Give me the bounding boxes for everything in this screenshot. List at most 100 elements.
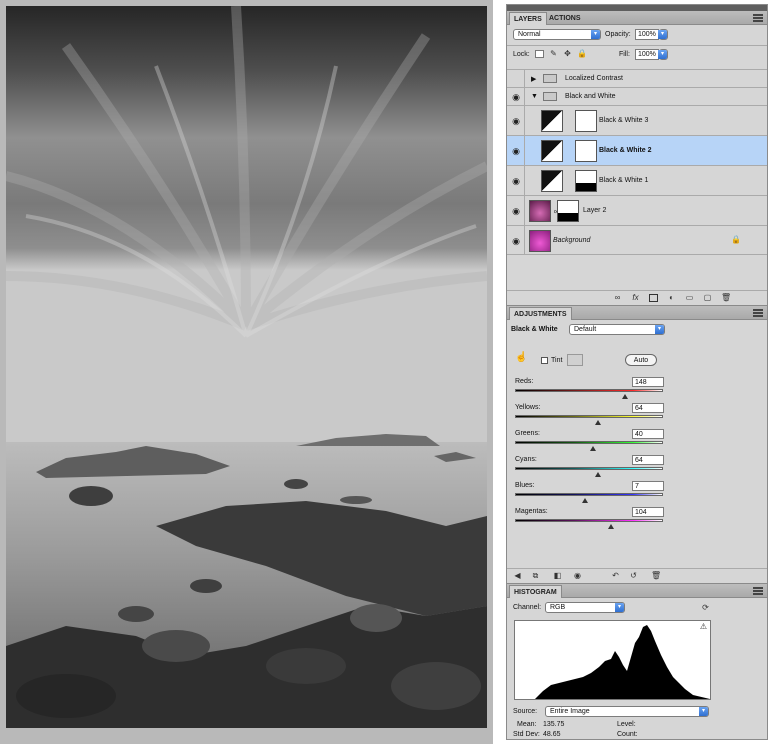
layer-row-layer2[interactable]: ◉ ∞ Layer 2: [507, 195, 767, 225]
visibility-toggle[interactable]: ◉: [507, 166, 525, 195]
adjustment-thumbnail-icon: [541, 110, 563, 132]
trash-icon[interactable]: 🗑: [651, 572, 661, 580]
blend-mode-value: Normal: [518, 31, 541, 38]
visibility-toggle[interactable]: ◉: [507, 106, 525, 135]
slider-thumb[interactable]: [581, 498, 588, 503]
view-previous-icon[interactable]: ↶: [611, 572, 620, 580]
tab-layers[interactable]: LAYERS: [509, 12, 547, 25]
layer-mask-thumbnail[interactable]: [575, 110, 597, 132]
layer-row-localized-contrast[interactable]: ▶ Localized Contrast: [507, 69, 767, 87]
fx-icon[interactable]: fx: [631, 294, 640, 302]
lock-transparency-icon[interactable]: [535, 50, 544, 58]
adjustment-layer-icon[interactable]: ◐: [667, 294, 676, 302]
document-image[interactable]: [6, 6, 487, 728]
tint-color-swatch[interactable]: [567, 354, 583, 366]
refresh-icon[interactable]: ⟳: [701, 604, 710, 612]
slider-value-field[interactable]: 148: [632, 377, 664, 387]
layer-thumbnail: [529, 200, 551, 222]
layer-thumbnail: [529, 230, 551, 252]
blend-mode-select[interactable]: Normal ▾: [513, 29, 601, 40]
visibility-toggle[interactable]: [507, 70, 525, 87]
visibility-toggle[interactable]: ◉: [507, 226, 525, 254]
slider-value-field[interactable]: 104: [632, 507, 664, 517]
histogram-graph: ⚠: [514, 620, 711, 700]
eye-icon: ◉: [512, 176, 520, 186]
slider-track[interactable]: [515, 467, 663, 470]
chevron-right-icon[interactable]: ▶: [531, 75, 536, 83]
slider-track[interactable]: [515, 519, 663, 522]
slider-track[interactable]: [515, 493, 663, 496]
color-slider[interactable]: Blues: 7: [507, 480, 767, 506]
slider-value-field[interactable]: 40: [632, 429, 664, 439]
eye-icon[interactable]: ◉: [573, 572, 582, 580]
add-mask-icon[interactable]: [649, 294, 658, 302]
slider-thumb[interactable]: [590, 446, 597, 451]
panel-menu-icon[interactable]: [753, 14, 763, 22]
fill-dropdown[interactable]: ▾: [658, 49, 668, 60]
opacity-field[interactable]: 100%: [635, 29, 659, 40]
hand-tool-icon[interactable]: ☝: [515, 353, 527, 363]
folder-icon: [543, 92, 557, 101]
slider-thumb[interactable]: [594, 472, 601, 477]
lock-position-icon[interactable]: ✥: [563, 50, 572, 58]
channel-select[interactable]: RGB ▾: [545, 602, 625, 613]
tab-histogram[interactable]: HISTOGRAM: [509, 585, 562, 598]
source-label: Source:: [513, 708, 538, 715]
layer-row-bw3[interactable]: ◉ Black & White 3: [507, 105, 767, 135]
color-slider[interactable]: Cyans: 64: [507, 454, 767, 480]
layer-mask-thumbnail[interactable]: [575, 140, 597, 162]
layer-row-background[interactable]: ◉ Background 🔒: [507, 225, 767, 255]
count-label: Count:: [617, 731, 638, 738]
visibility-toggle[interactable]: ◉: [507, 88, 525, 105]
layer-row-bw2[interactable]: ◉ Black & White 2: [507, 135, 767, 165]
slider-track[interactable]: [515, 389, 663, 392]
visibility-toggle[interactable]: ◉: [507, 136, 525, 165]
trash-icon[interactable]: 🗑: [721, 294, 731, 302]
auto-button[interactable]: Auto: [625, 354, 657, 366]
reset-icon[interactable]: ↺: [629, 572, 638, 580]
new-group-icon[interactable]: ▭: [685, 294, 694, 302]
tint-checkbox[interactable]: [541, 357, 548, 364]
layer-row-black-and-white-group[interactable]: ◉ ▼ Black and White: [507, 87, 767, 105]
visibility-toggle[interactable]: ◉: [507, 196, 525, 225]
color-slider[interactable]: Greens: 40: [507, 428, 767, 454]
new-layer-icon[interactable]: ▢: [703, 294, 712, 302]
slider-value-field[interactable]: 64: [632, 403, 664, 413]
layer-mask-thumbnail[interactable]: [575, 170, 597, 192]
source-value: Entire Image: [550, 708, 590, 715]
expand-view-icon[interactable]: ⧉: [531, 572, 540, 580]
slider-track[interactable]: [515, 441, 663, 444]
source-select[interactable]: Entire Image ▾: [545, 706, 709, 717]
panel-menu-icon[interactable]: [753, 309, 763, 317]
link-layers-icon[interactable]: ∞: [613, 294, 622, 302]
eye-icon: ◉: [512, 116, 520, 126]
back-arrow-icon[interactable]: ◀: [513, 572, 522, 580]
layer-mask-thumbnail[interactable]: [557, 200, 579, 222]
tab-actions[interactable]: ACTIONS: [545, 12, 585, 25]
slider-label: Blues:: [515, 482, 535, 489]
color-slider[interactable]: Reds: 148: [507, 376, 767, 402]
slider-value-field[interactable]: 7: [632, 481, 664, 491]
panel-menu-icon[interactable]: [753, 587, 763, 595]
slider-label: Cyans:: [515, 456, 537, 463]
slider-value-field[interactable]: 64: [632, 455, 664, 465]
lock-all-icon[interactable]: 🔒: [577, 50, 587, 58]
lock-pixels-icon[interactable]: ✎: [549, 50, 558, 58]
slider-thumb[interactable]: [608, 524, 615, 529]
clip-to-layer-icon[interactable]: ◧: [553, 572, 562, 580]
slider-thumb[interactable]: [621, 394, 628, 399]
preset-value: Default: [574, 326, 597, 333]
slider-label: Reds:: [515, 378, 534, 385]
preset-select[interactable]: Default ▾: [569, 324, 665, 335]
tab-adjustments[interactable]: ADJUSTMENTS: [509, 307, 572, 320]
slider-thumb[interactable]: [594, 420, 601, 425]
layer-row-bw1[interactable]: ◉ Black & White 1: [507, 165, 767, 195]
adjustment-thumbnail-icon: [541, 170, 563, 192]
histogram-plot: [515, 625, 710, 699]
fill-field[interactable]: 100%: [635, 49, 659, 60]
slider-track[interactable]: [515, 415, 663, 418]
color-slider[interactable]: Yellows: 64: [507, 402, 767, 428]
opacity-dropdown[interactable]: ▾: [658, 29, 668, 40]
color-slider[interactable]: Magentas: 104: [507, 506, 767, 532]
chevron-down-icon[interactable]: ▼: [531, 93, 538, 100]
